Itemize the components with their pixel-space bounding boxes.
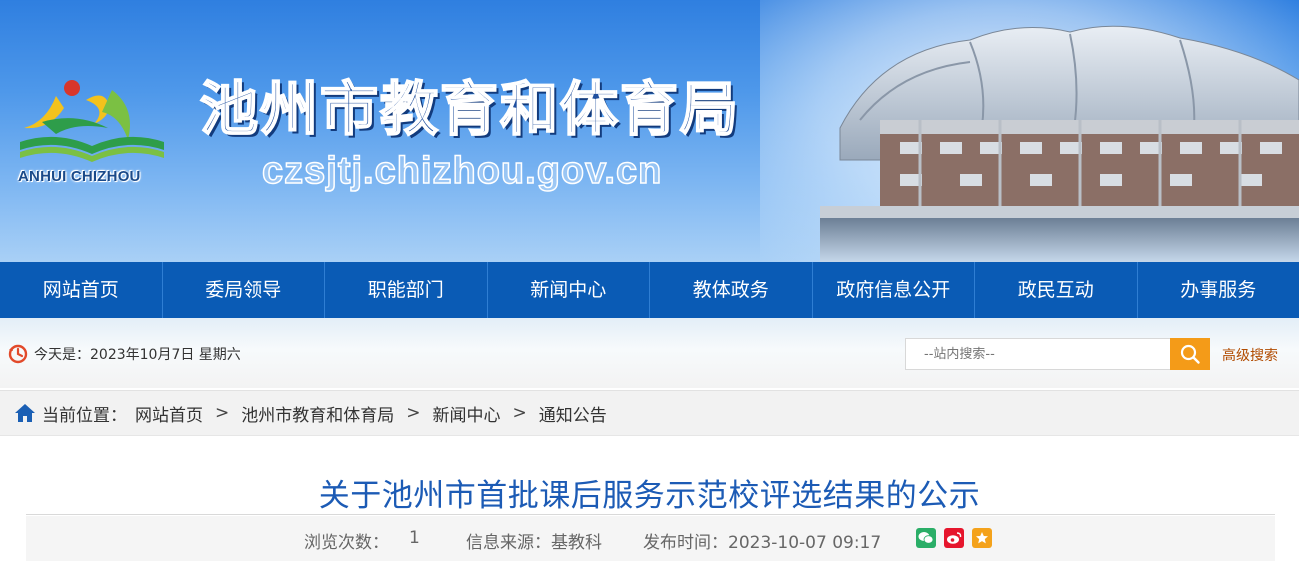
breadcrumb: 当前位置： 网站首页 > 池州市教育和体育局 > 新闻中心 > 通知公告 — [0, 390, 1299, 436]
breadcrumb-separator: > — [215, 403, 230, 423]
publish-time: 发布时间：2023-10-07 09:17 — [643, 533, 882, 553]
site-search-input[interactable] — [905, 338, 1171, 370]
wechat-icon — [918, 532, 934, 544]
article-meta: 浏览次数： 1 信息来源：基教科 发布时间：2023-10-07 09:17 — [26, 516, 1275, 561]
breadcrumb-bureau[interactable]: 池州市教育和体育局 — [241, 401, 394, 426]
star-icon — [976, 532, 988, 544]
main-nav: 网站首页 委局领导 职能部门 新闻中心 教体政务 政府信息公开 政民互动 办事服… — [0, 262, 1299, 318]
breadcrumb-news[interactable]: 新闻中心 — [433, 401, 501, 426]
home-icon — [15, 404, 35, 422]
info-bar: 今天是：2023年10月7日 星期六 高级搜索 — [0, 318, 1299, 388]
weibo-icon — [947, 532, 962, 544]
breadcrumb-separator: > — [406, 403, 421, 423]
nav-item-info-disclosure[interactable]: 政府信息公开 — [813, 262, 975, 318]
nav-item-interaction[interactable]: 政民互动 — [975, 262, 1138, 318]
views-label: 浏览次数： — [304, 533, 389, 553]
nav-item-home[interactable]: 网站首页 — [0, 262, 163, 318]
breadcrumb-home[interactable]: 网站首页 — [135, 401, 203, 426]
breadcrumb-separator: > — [512, 403, 527, 423]
date-text: 今天是：2023年10月7日 星期六 — [34, 347, 241, 363]
share-wechat-button[interactable] — [916, 528, 936, 548]
views-count: 1 — [409, 528, 420, 548]
logo-text: ANHUI CHIZHOU — [18, 168, 141, 185]
article-title: 关于池州市首批课后服务示范校评选结果的公示 — [318, 478, 981, 514]
search-button[interactable] — [1170, 338, 1210, 370]
nav-item-affairs[interactable]: 教体政务 — [650, 262, 813, 318]
nav-item-leaders[interactable]: 委局领导 — [163, 262, 325, 318]
share-favorite-button[interactable] — [972, 528, 992, 548]
search-icon — [1180, 344, 1200, 364]
nav-item-departments[interactable]: 职能部门 — [325, 262, 488, 318]
article-source: 信息来源：基教科 — [466, 533, 602, 553]
date-display: 今天是：2023年10月7日 星期六 — [8, 344, 241, 364]
header-banner: ANHUI CHIZHOU 池州市教育和体育局 czsjtj.chizhou.g… — [0, 0, 1299, 262]
nav-item-news[interactable]: 新闻中心 — [488, 262, 650, 318]
stadium-image — [820, 25, 1299, 262]
breadcrumb-notices[interactable]: 通知公告 — [539, 401, 607, 426]
divider — [26, 514, 1275, 515]
advanced-search-link[interactable]: 高级搜索 — [1222, 345, 1278, 365]
share-weibo-button[interactable] — [944, 528, 964, 548]
clock-icon — [8, 344, 28, 364]
breadcrumb-label: 当前位置： — [42, 405, 127, 426]
site-title: 池州市教育和体育局 — [199, 74, 741, 144]
nav-item-services[interactable]: 办事服务 — [1138, 262, 1299, 318]
site-url: czsjtj.chizhou.gov.cn — [261, 149, 663, 193]
